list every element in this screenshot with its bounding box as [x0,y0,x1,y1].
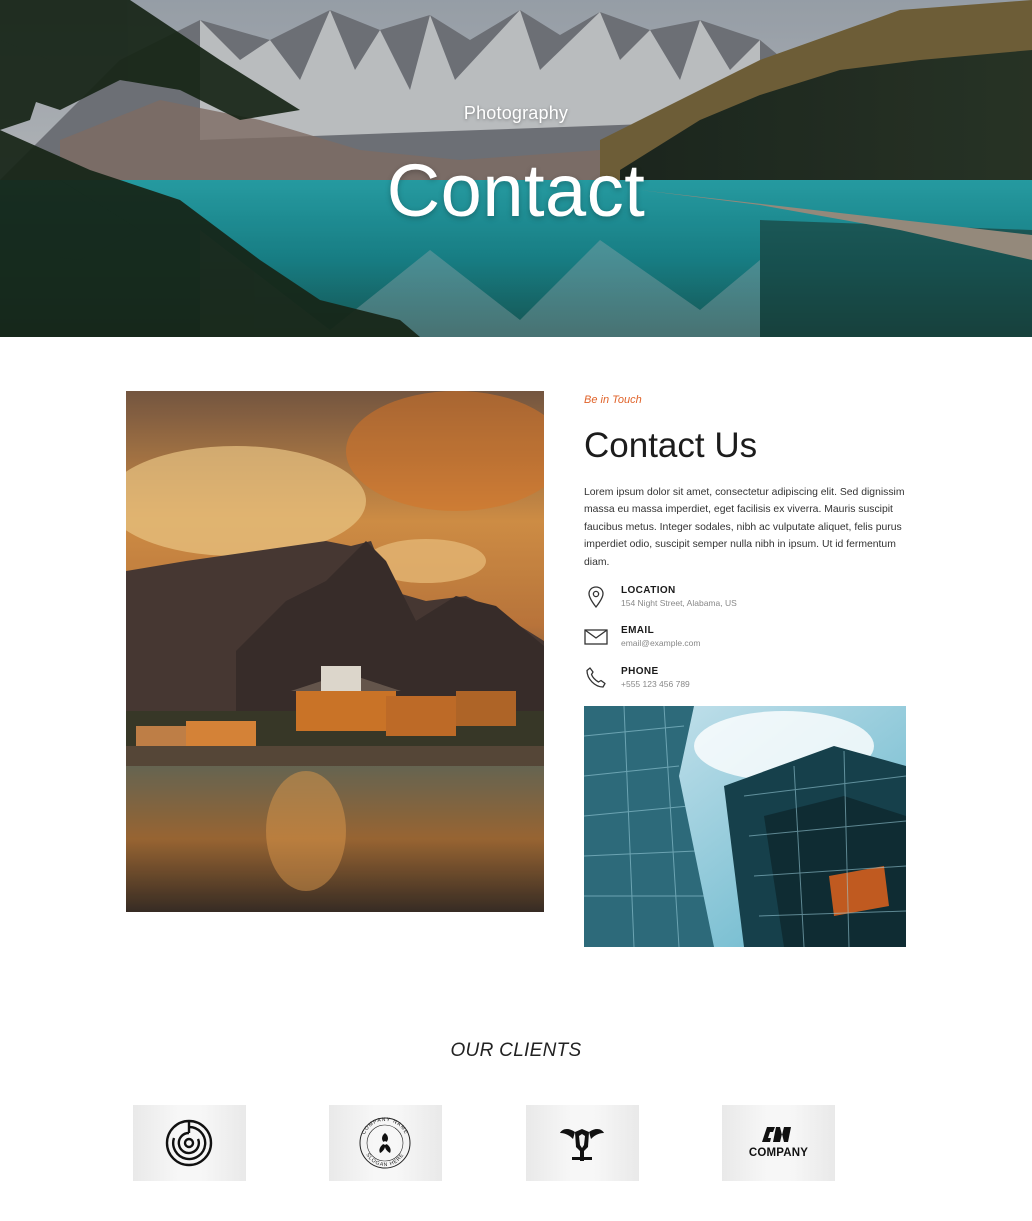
cn-company-logo-icon [762,1127,791,1142]
email-value[interactable]: email@example.com [621,638,701,648]
clients-title: OUR CLIENTS [450,1040,582,1061]
cn-company-text: COMPANY [748,1147,809,1159]
contact-kicker: Be in Touch [584,394,642,406]
circular-maze-logo-icon [165,1119,213,1167]
winged-shield-logo-icon [560,1129,604,1161]
phone-value[interactable]: +555 123 456 789 [621,679,690,689]
hero-title: Contact [386,149,646,232]
client-logo-2[interactable]: COMPANY NAME SLOGAN HERE [329,1105,442,1181]
contact-description: Lorem ipsum dolor sit amet, consectetur … [584,487,905,568]
company-name-slogan-logo-icon: COMPANY NAME SLOGAN HERE [359,1117,411,1169]
client-logo-1[interactable] [133,1105,246,1181]
email-label: EMAIL [621,625,655,636]
hero-banner: Photography Contact [0,0,1032,337]
sunset-village-photo [126,391,544,912]
phone-label: PHONE [621,666,659,677]
location-label: LOCATION [621,585,676,596]
contact-location: LOCATION 154 Night Street, Alabama, US [584,585,914,615]
location-pin-icon [588,586,604,609]
client-logo-3[interactable] [526,1105,639,1181]
hero-kicker: Photography [463,103,569,123]
phone-icon [586,667,606,688]
contact-title: Contact Us [584,426,758,465]
glass-building-photo [584,706,906,947]
location-value: 154 Night Street, Alabama, US [621,598,737,608]
company-name-arc-text: COMPANY NAME [361,1117,409,1136]
contact-email: EMAIL email@example.com [584,625,914,655]
contact-phone: PHONE +555 123 456 789 [584,666,914,696]
client-logo-4[interactable]: COMPANY [722,1105,835,1181]
envelope-icon [584,629,608,645]
slogan-arc-text: SLOGAN HERE [364,1152,405,1168]
